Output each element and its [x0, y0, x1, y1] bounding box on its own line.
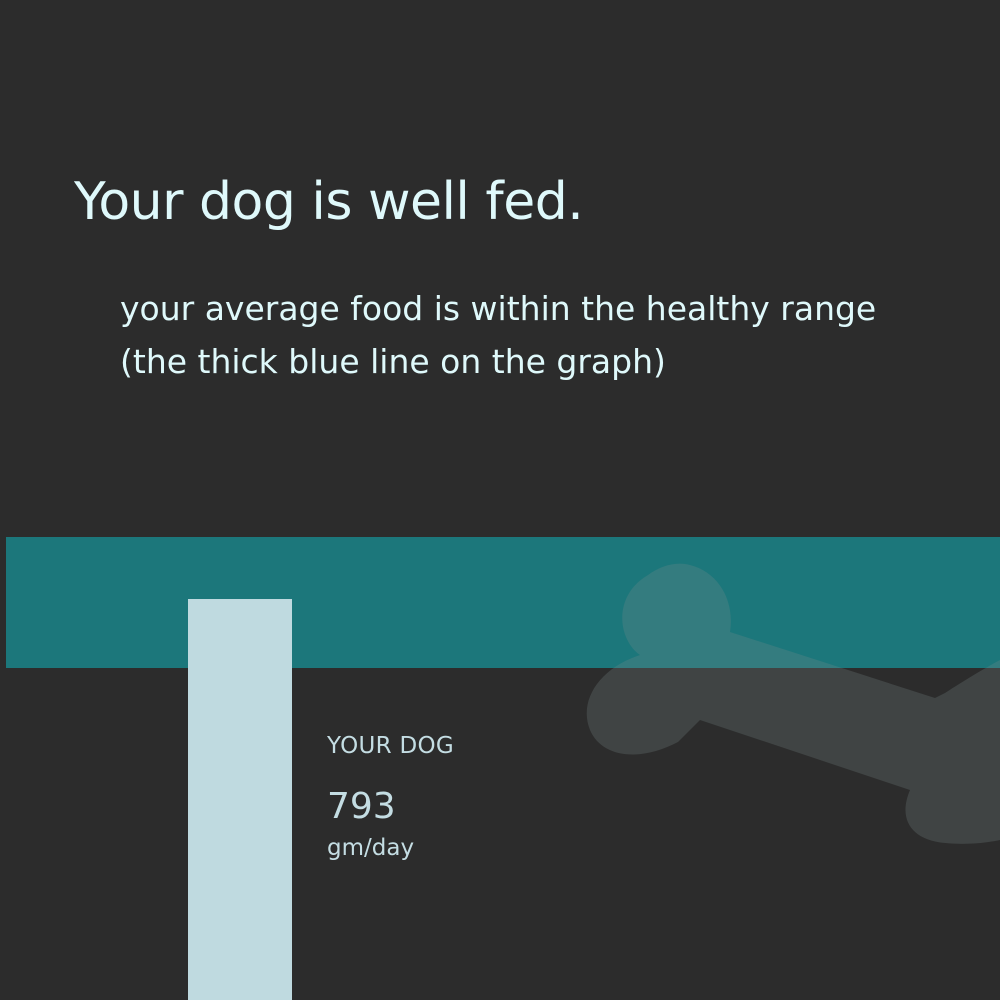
- subtext-line-1: your average food is within the healthy …: [120, 289, 877, 328]
- headline: Your dog is well fed.: [74, 172, 584, 232]
- your-dog-bar: [188, 599, 292, 1000]
- bone-icon: [586, 563, 1000, 844]
- result-screen: Your dog is well fed. your average food …: [0, 0, 1000, 1000]
- your-dog-unit: gm/day: [327, 835, 415, 861]
- healthy-range-band: [6, 537, 1000, 668]
- subtext: your average food is within the healthy …: [120, 282, 876, 388]
- subtext-line-2: (the thick blue line on the graph): [120, 342, 666, 381]
- your-dog-label: YOUR DOG: [327, 733, 455, 759]
- your-dog-value: 793: [327, 786, 396, 827]
